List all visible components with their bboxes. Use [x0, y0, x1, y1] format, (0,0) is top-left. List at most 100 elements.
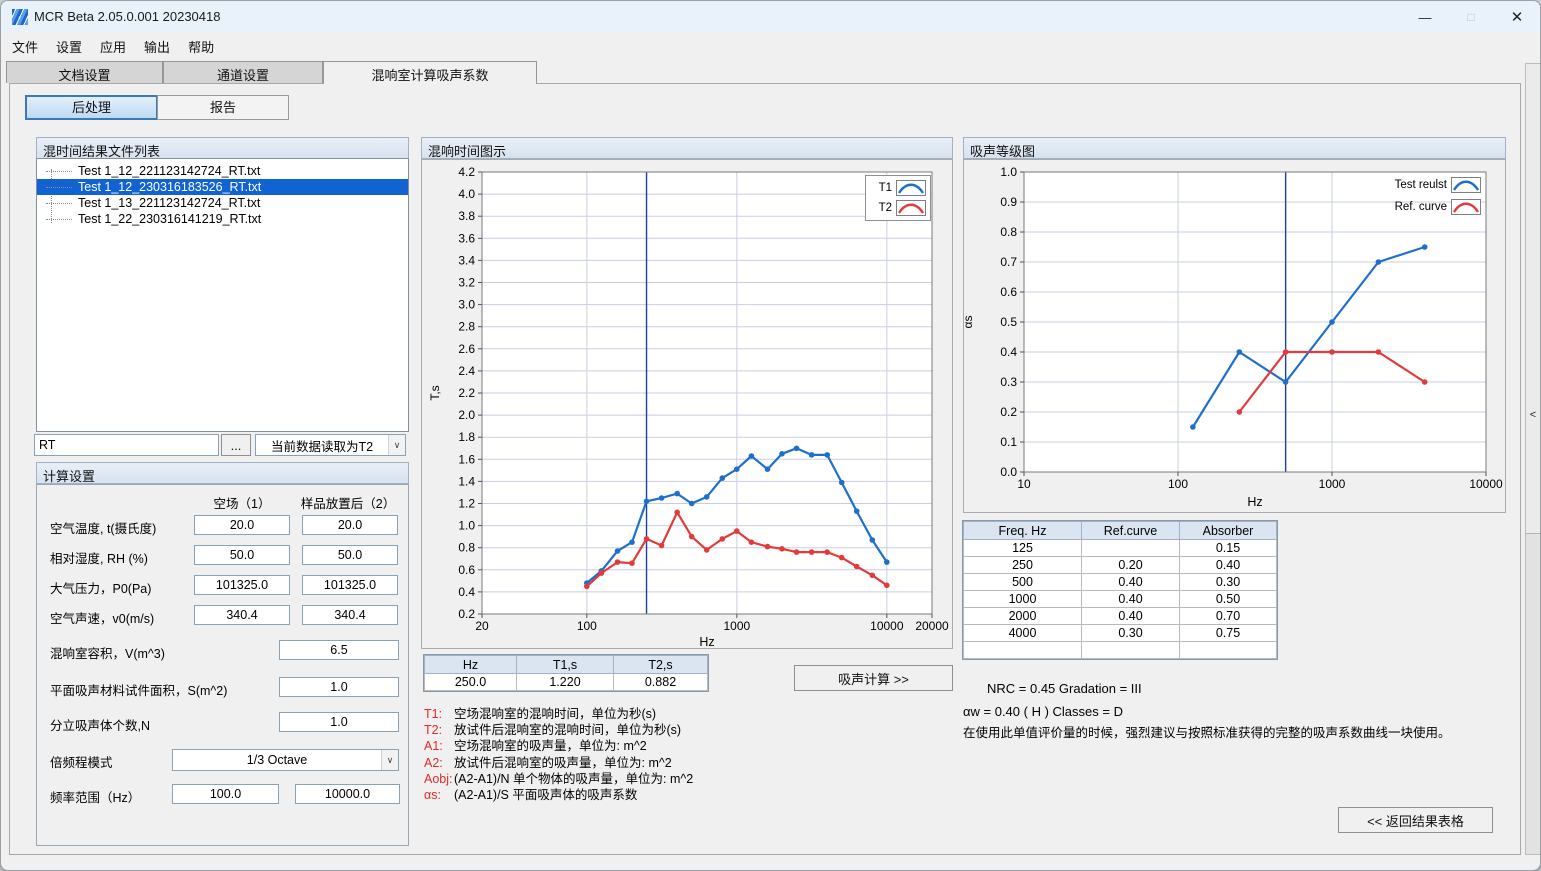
close-button[interactable]: ✕	[1494, 1, 1540, 33]
legend-label: T1	[879, 182, 892, 194]
back-to-results-button[interactable]: << 返回结果表格	[1338, 807, 1493, 833]
svg-text:2.2: 2.2	[458, 386, 475, 400]
grade-chart-header: 吸声等级图	[963, 137, 1506, 159]
main-tab[interactable]: 文档设置	[6, 61, 163, 83]
menu-item[interactable]: 输出	[135, 34, 179, 59]
svg-text:1.8: 1.8	[458, 430, 475, 444]
table-row: 20000.400.70	[964, 608, 1277, 625]
curve-icon	[1451, 177, 1481, 193]
svg-text:Hz: Hz	[699, 635, 714, 648]
side-collapse-strip: <	[1525, 63, 1541, 855]
main-tab[interactable]: 混响室计算吸声系数	[323, 61, 537, 84]
svg-text:3.0: 3.0	[458, 298, 475, 312]
table-cell	[964, 642, 1082, 659]
chevron-down-icon: ∨	[388, 435, 405, 455]
browse-button[interactable]: ...	[221, 434, 251, 456]
svg-text:1.0: 1.0	[458, 519, 475, 533]
file-name: Test 1_12_230316183526_RT.txt	[78, 180, 261, 194]
tree-connector-icon	[46, 219, 72, 220]
menu-item[interactable]: 设置	[47, 34, 91, 59]
table-cell: 0.40	[1082, 591, 1180, 608]
note-prefix: αs:	[424, 787, 454, 803]
value-input[interactable]	[194, 605, 290, 625]
table-cell: 0.40	[1180, 557, 1277, 574]
aw-result: αw = 0.40 ( H ) Classes = D	[963, 704, 1123, 719]
svg-text:T,s: T,s	[428, 385, 442, 400]
legend-note: T1:空场混响室的混响时间，单位为秒(s)	[424, 706, 693, 722]
menu-item[interactable]: 文件	[3, 34, 47, 59]
svg-text:100: 100	[577, 619, 597, 633]
svg-text:0.9: 0.9	[1000, 195, 1017, 209]
legend-label: Ref. curve	[1395, 201, 1447, 213]
svg-text:4.0: 4.0	[458, 187, 475, 201]
file-list-item[interactable]: Test 1_13_221123142724_RT.txt	[37, 195, 408, 211]
curve-icon	[896, 200, 926, 216]
value-input[interactable]	[302, 575, 398, 595]
table-cell: 250	[964, 557, 1082, 574]
rt-filter-input[interactable]	[34, 434, 219, 456]
note-text: (A2-A1)/S 平面吸声体的吸声系数	[454, 788, 637, 802]
table-row: 5000.400.30	[964, 574, 1277, 591]
svg-text:0.6: 0.6	[458, 563, 475, 577]
value-input[interactable]	[279, 712, 399, 732]
table-cell: 1000	[964, 591, 1082, 608]
value-input[interactable]	[172, 784, 279, 804]
field-label: 混响室容积，V(m^3)	[50, 643, 165, 662]
note-text: 放试件后混响室的混响时间，单位为秒(s)	[454, 723, 681, 737]
file-list-item[interactable]: Test 1_12_221123142724_RT.txt	[37, 163, 408, 179]
curve-icon	[1451, 199, 1481, 215]
table-cell: 0.30	[1180, 574, 1277, 591]
svg-text:0.7: 0.7	[1000, 255, 1017, 269]
table-cell: 0.40	[1082, 608, 1180, 625]
field-label: 空气声速，v0(m/s)	[50, 608, 154, 627]
table-cell	[1082, 540, 1180, 557]
value-input[interactable]	[194, 575, 290, 595]
svg-text:2.6: 2.6	[458, 342, 475, 356]
collapse-arrow-icon[interactable]: <	[1526, 409, 1540, 421]
file-name: Test 1_12_221123142724_RT.txt	[78, 164, 260, 178]
field-label: 平面吸声材料试件面积，S(m^2)	[50, 680, 227, 699]
legend-note: Aobj:(A2-A1)/N 单个物体的吸声量，单位为: m^2	[424, 771, 693, 787]
svg-text:20: 20	[475, 619, 489, 633]
file-name: Test 1_13_221123142724_RT.txt	[78, 196, 260, 210]
menu-item[interactable]: 帮助	[179, 34, 223, 59]
value-input[interactable]	[194, 515, 290, 535]
column-header-with-sample: 样品放置后（2）	[292, 493, 404, 512]
table-row: 40000.300.75	[964, 625, 1277, 642]
value-input[interactable]	[194, 545, 290, 565]
subtab[interactable]: 后处理	[25, 95, 158, 120]
subtab[interactable]: 报告	[157, 95, 289, 120]
selected-option: 当前数据读取为T2	[256, 436, 388, 455]
value-input[interactable]	[302, 545, 398, 565]
field-label: 分立吸声体个数,N	[50, 715, 150, 734]
absorption-table: Freq. HzRef.curveAbsorber1250.152500.200…	[963, 521, 1277, 659]
chevron-down-icon: ∨	[381, 750, 398, 770]
value-input[interactable]	[279, 677, 399, 697]
value-input[interactable]	[295, 784, 400, 804]
data-source-select[interactable]: 当前数据读取为T2 ∨	[255, 434, 406, 456]
rt-chart[interactable]: 20100100010000200000.20.40.60.81.01.21.4…	[422, 160, 952, 648]
file-list-item[interactable]: Test 1_22_230316141219_RT.txt	[37, 211, 408, 227]
maximize-button[interactable]: □	[1448, 1, 1494, 33]
table-cell: 0.30	[1082, 625, 1180, 642]
rt-chart-legend: T1T2	[865, 175, 931, 221]
table-cell: 125	[964, 540, 1082, 557]
table-cell: 2000	[964, 608, 1082, 625]
field-label: 大气压力，P0(Pa)	[50, 578, 151, 597]
absorption-calc-button[interactable]: 吸声计算 >>	[794, 665, 953, 691]
menu-item[interactable]: 应用	[91, 34, 135, 59]
svg-text:4.2: 4.2	[458, 165, 475, 179]
value-input[interactable]	[302, 515, 398, 535]
value-input[interactable]	[279, 640, 399, 660]
svg-text:0.5: 0.5	[1000, 315, 1017, 329]
main-tab[interactable]: 通道设置	[163, 61, 323, 83]
svg-text:0.8: 0.8	[1000, 225, 1017, 239]
octave-mode-select[interactable]: 1/3 Octave∨	[172, 749, 399, 771]
file-list-item[interactable]: Test 1_12_230316183526_RT.txt	[37, 179, 408, 195]
grade-chart-legend: Test reulstRef. curve	[1341, 177, 1481, 215]
svg-text:10000: 10000	[1469, 477, 1503, 491]
value-input[interactable]	[302, 605, 398, 625]
minimize-button[interactable]: —	[1402, 1, 1448, 33]
column-header: T1,s	[517, 656, 614, 674]
curve-icon	[896, 180, 926, 196]
